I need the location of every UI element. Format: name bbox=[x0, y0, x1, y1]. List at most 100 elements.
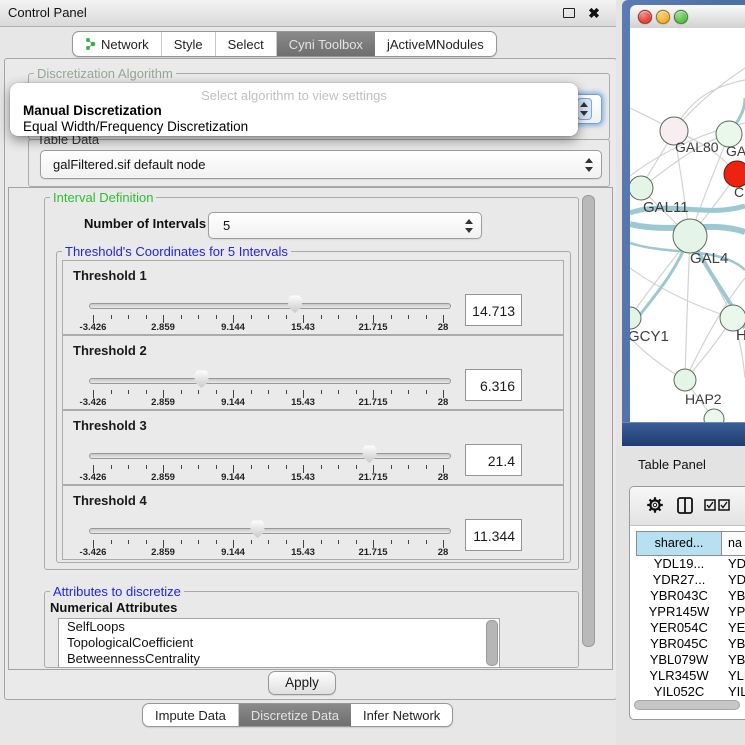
checkbox-icons[interactable] bbox=[704, 499, 730, 511]
popup-option-equal-width[interactable]: Equal Width/Frequency Discretization bbox=[23, 119, 248, 134]
tab-network[interactable]: Network bbox=[73, 32, 162, 56]
attributes-list-scrollbar[interactable] bbox=[486, 620, 498, 666]
cell-shared-name: YPR145W bbox=[636, 604, 722, 620]
network-node-label: HAP2 bbox=[685, 391, 722, 407]
table-row[interactable]: YPR145WYPR1 bbox=[636, 604, 745, 620]
float-window-icon[interactable] bbox=[563, 8, 575, 18]
tab-infer-network[interactable]: Infer Network bbox=[351, 704, 452, 726]
network-window-titlebar[interactable] bbox=[630, 5, 745, 29]
attribute-list-item[interactable]: SelfLoops bbox=[59, 619, 499, 635]
network-node[interactable] bbox=[673, 219, 707, 253]
network-canvas[interactable]: GAL80GACGAL11GAL4GCY1HHAP2 bbox=[630, 28, 745, 422]
cell-name: YIL0 bbox=[722, 684, 745, 697]
popup-option-manual-discretization[interactable]: Manual Discretization bbox=[23, 103, 162, 118]
threshold-slider-thumb[interactable] bbox=[194, 370, 209, 388]
cell-name: YBR0 bbox=[722, 636, 745, 652]
threshold-value-field[interactable]: 6.316 bbox=[465, 369, 522, 401]
tab-cyni-toolbox[interactable]: Cyni Toolbox bbox=[277, 32, 375, 56]
threshold-label: Threshold 2 bbox=[73, 343, 147, 358]
threshold-slider-track[interactable] bbox=[89, 528, 451, 534]
tick-mark bbox=[391, 390, 392, 394]
network-node-label: H bbox=[736, 327, 745, 344]
threshold-panel-4: Threshold 4-3.4262.8599.14415.4321.71528… bbox=[62, 485, 564, 560]
tick-label: -3.426 bbox=[65, 547, 121, 558]
threshold-slider-track[interactable] bbox=[89, 378, 451, 384]
tab-select[interactable]: Select bbox=[216, 32, 277, 56]
tab-label: Cyni Toolbox bbox=[289, 37, 363, 52]
threshold-slider-thumb[interactable] bbox=[362, 445, 377, 463]
tick-mark bbox=[146, 465, 147, 469]
threshold-slider-thumb[interactable] bbox=[250, 520, 265, 538]
tick-mark bbox=[426, 315, 427, 319]
tick-mark bbox=[251, 465, 252, 469]
tick-mark bbox=[198, 390, 199, 394]
tick-mark bbox=[408, 315, 409, 319]
tick-mark bbox=[111, 540, 112, 544]
column-header-shared[interactable]: shared... bbox=[636, 531, 722, 556]
threshold-slider-thumb[interactable] bbox=[288, 295, 303, 313]
network-node-label: GAL80 bbox=[675, 139, 719, 155]
threshold-value-field[interactable]: 14.713 bbox=[465, 294, 522, 326]
network-icon bbox=[85, 37, 96, 51]
column-header-name[interactable]: na bbox=[722, 531, 745, 556]
threshold-slider-track[interactable] bbox=[89, 303, 451, 309]
attribute-list-item[interactable]: BetweennessCentrality bbox=[59, 651, 499, 667]
number-of-intervals-value: 5 bbox=[209, 218, 481, 233]
number-of-intervals-combo[interactable]: 5 bbox=[208, 212, 482, 239]
cell-shared-name: YBR045C bbox=[636, 636, 722, 652]
cell-name: YBL0 bbox=[722, 652, 745, 668]
network-node[interactable] bbox=[674, 369, 696, 391]
tick-mark bbox=[408, 540, 409, 544]
tick-mark bbox=[128, 315, 129, 319]
gear-icon[interactable] bbox=[646, 496, 664, 514]
control-panel-tabbar: NetworkStyleSelect Cyni Toolbox jActiveMNo… bbox=[72, 31, 497, 57]
table-row[interactable]: YIL052CYIL0 bbox=[636, 684, 745, 697]
table-row[interactable]: YBL079WYBL0 bbox=[636, 652, 745, 668]
threshold-slider-track[interactable] bbox=[89, 453, 451, 459]
combo-stepper-icon[interactable] bbox=[577, 98, 592, 120]
tick-mark bbox=[128, 465, 129, 469]
tick-label: 28 bbox=[415, 472, 471, 483]
network-node-label: GCY1 bbox=[630, 328, 669, 345]
network-node[interactable] bbox=[630, 176, 653, 200]
minimize-traffic-light[interactable] bbox=[656, 10, 670, 24]
horizontal-scrollbar[interactable] bbox=[634, 700, 740, 710]
network-node-label: GAL4 bbox=[690, 250, 728, 267]
tick-label: 9.144 bbox=[205, 547, 261, 558]
table-row[interactable]: YBR043CYBR0 bbox=[636, 588, 745, 604]
table-row[interactable]: YDR27...YDR2 bbox=[636, 572, 745, 588]
close-traffic-light[interactable] bbox=[638, 10, 652, 24]
threshold-value-field[interactable]: 21.4 bbox=[465, 444, 522, 476]
table-panel-window: shared... na YDL19...YDL1YDR27...YDR2YBR… bbox=[629, 486, 745, 720]
table-row[interactable]: YLR345WYLR3 bbox=[636, 668, 745, 684]
tick-mark bbox=[251, 390, 252, 394]
attribute-list-item[interactable]: TopologicalCoefficient bbox=[59, 635, 499, 651]
table-row[interactable]: YDL19...YDL1 bbox=[636, 556, 745, 572]
tab-discretize-data[interactable]: Discretize Data bbox=[239, 704, 351, 726]
threshold-panel-3: Threshold 3-3.4262.8599.14415.4321.71528… bbox=[62, 410, 564, 485]
close-icon[interactable]: ✖ bbox=[585, 3, 603, 23]
apply-button[interactable]: Apply bbox=[268, 671, 336, 695]
tick-label: 15.43 bbox=[275, 322, 331, 333]
table-data-combo[interactable]: galFiltered.sif default node bbox=[40, 150, 602, 179]
tick-mark bbox=[286, 390, 287, 394]
tick-mark bbox=[286, 315, 287, 319]
threshold-value-field[interactable]: 11.344 bbox=[465, 519, 522, 551]
tab-jactivemnodules[interactable]: jActiveMNodules bbox=[375, 32, 496, 56]
zoom-traffic-light[interactable] bbox=[674, 10, 688, 24]
network-node[interactable] bbox=[630, 307, 641, 329]
network-node[interactable] bbox=[704, 409, 724, 422]
table-row[interactable]: YBR045CYBR0 bbox=[636, 636, 745, 652]
tick-mark bbox=[408, 465, 409, 469]
tab-impute-data[interactable]: Impute Data bbox=[143, 704, 239, 726]
table-row[interactable]: YER054CYER0 bbox=[636, 620, 745, 636]
tick-mark bbox=[356, 465, 357, 469]
combo-stepper-icon[interactable] bbox=[585, 158, 594, 172]
cell-shared-name: YDL19... bbox=[636, 556, 722, 572]
combo-stepper-icon[interactable] bbox=[465, 219, 474, 233]
network-node-label: GA bbox=[726, 143, 745, 159]
cell-shared-name: YBR043C bbox=[636, 588, 722, 604]
vertical-scrollbar[interactable] bbox=[582, 195, 595, 647]
tab-style[interactable]: Style bbox=[162, 32, 216, 56]
column-layout-icon[interactable] bbox=[677, 497, 693, 514]
